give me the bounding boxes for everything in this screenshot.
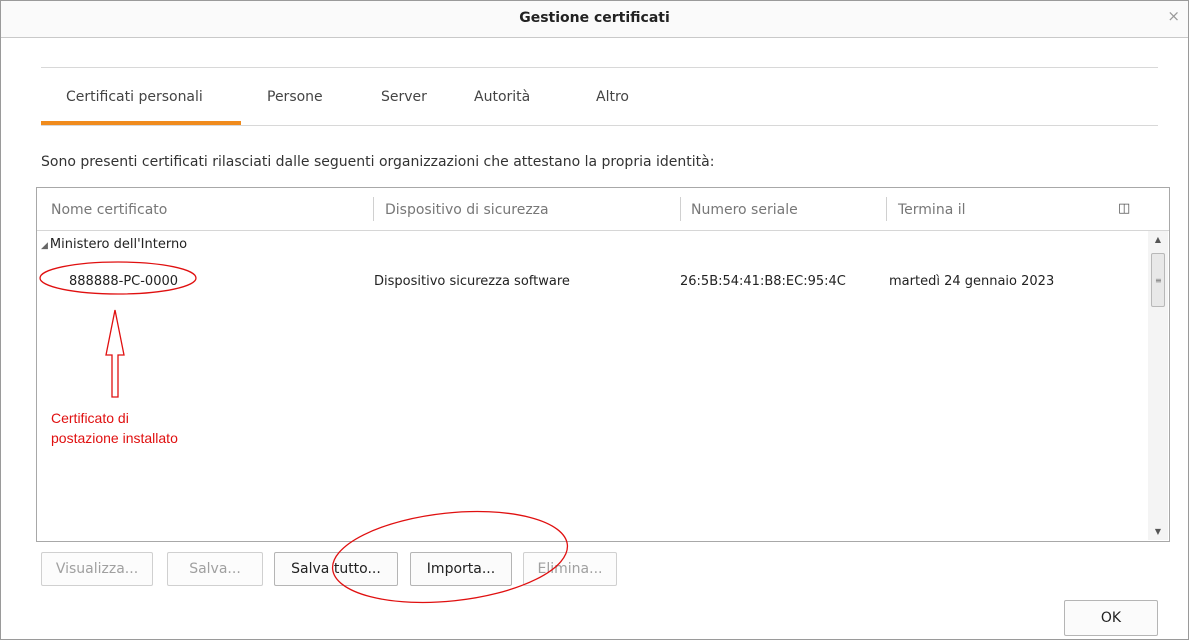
- certificate-manager-dialog: Gestione certificati × Certificati perso…: [0, 0, 1189, 640]
- save-all-button[interactable]: Salva tutto...: [274, 552, 398, 586]
- delete-button[interactable]: Elimina...: [523, 552, 617, 586]
- grip-icon: ≡: [1155, 276, 1162, 285]
- certificate-list[interactable]: Nome certificato Dispositivo di sicurezz…: [36, 187, 1170, 542]
- cert-device-cell[interactable]: Dispositivo sicurezza software: [374, 274, 570, 289]
- ok-button[interactable]: OK: [1064, 600, 1158, 636]
- list-header: Nome certificato Dispositivo di sicurezz…: [37, 188, 1169, 231]
- twisty-icon[interactable]: ◢: [41, 241, 48, 251]
- tabs-divider-bottom: [41, 125, 1158, 126]
- annotation-label-line1: Certificato di: [51, 410, 129, 426]
- scroll-down-arrow-icon[interactable]: ▼: [1148, 527, 1168, 536]
- cert-name-cell[interactable]: 888888-PC-0000: [69, 274, 178, 289]
- close-icon[interactable]: ×: [1167, 7, 1180, 25]
- tab-server[interactable]: Server: [381, 89, 427, 105]
- tabs-divider-top: [41, 67, 1158, 68]
- column-separator[interactable]: [680, 197, 681, 221]
- column-header-serial[interactable]: Numero seriale: [691, 202, 798, 218]
- cert-expires-cell[interactable]: martedì 24 gennaio 2023: [889, 274, 1054, 289]
- group-row[interactable]: ◢ Ministero dell'Interno: [41, 237, 187, 252]
- view-button[interactable]: Visualizza...: [41, 552, 153, 586]
- column-separator[interactable]: [886, 197, 887, 221]
- column-separator[interactable]: [373, 197, 374, 221]
- column-picker-icon[interactable]: ◫: [1118, 201, 1130, 216]
- cert-serial-cell[interactable]: 26:5B:54:41:B8:EC:95:4C: [680, 274, 846, 289]
- scroll-thumb[interactable]: ≡: [1151, 253, 1165, 307]
- window-title: Gestione certificati: [519, 10, 670, 26]
- annotation-label-line2: postazione installato: [51, 430, 178, 446]
- vertical-scrollbar[interactable]: ▲ ≡ ▼: [1148, 231, 1168, 540]
- tab-autorita[interactable]: Autorità: [474, 89, 530, 105]
- tab-certificati-personali[interactable]: Certificati personali: [66, 89, 203, 105]
- column-header-expires[interactable]: Termina il: [898, 202, 966, 218]
- tab-altro[interactable]: Altro: [596, 89, 629, 105]
- group-name: Ministero dell'Interno: [49, 237, 188, 252]
- tab-persone[interactable]: Persone: [267, 89, 323, 105]
- column-header-name[interactable]: Nome certificato: [51, 202, 167, 218]
- description-text: Sono presenti certificati rilasciati dal…: [41, 154, 715, 170]
- save-button[interactable]: Salva...: [167, 552, 263, 586]
- import-button[interactable]: Importa...: [410, 552, 512, 586]
- column-header-device[interactable]: Dispositivo di sicurezza: [385, 202, 549, 218]
- scroll-up-arrow-icon[interactable]: ▲: [1148, 235, 1168, 244]
- title-bar: Gestione certificati ×: [1, 1, 1188, 38]
